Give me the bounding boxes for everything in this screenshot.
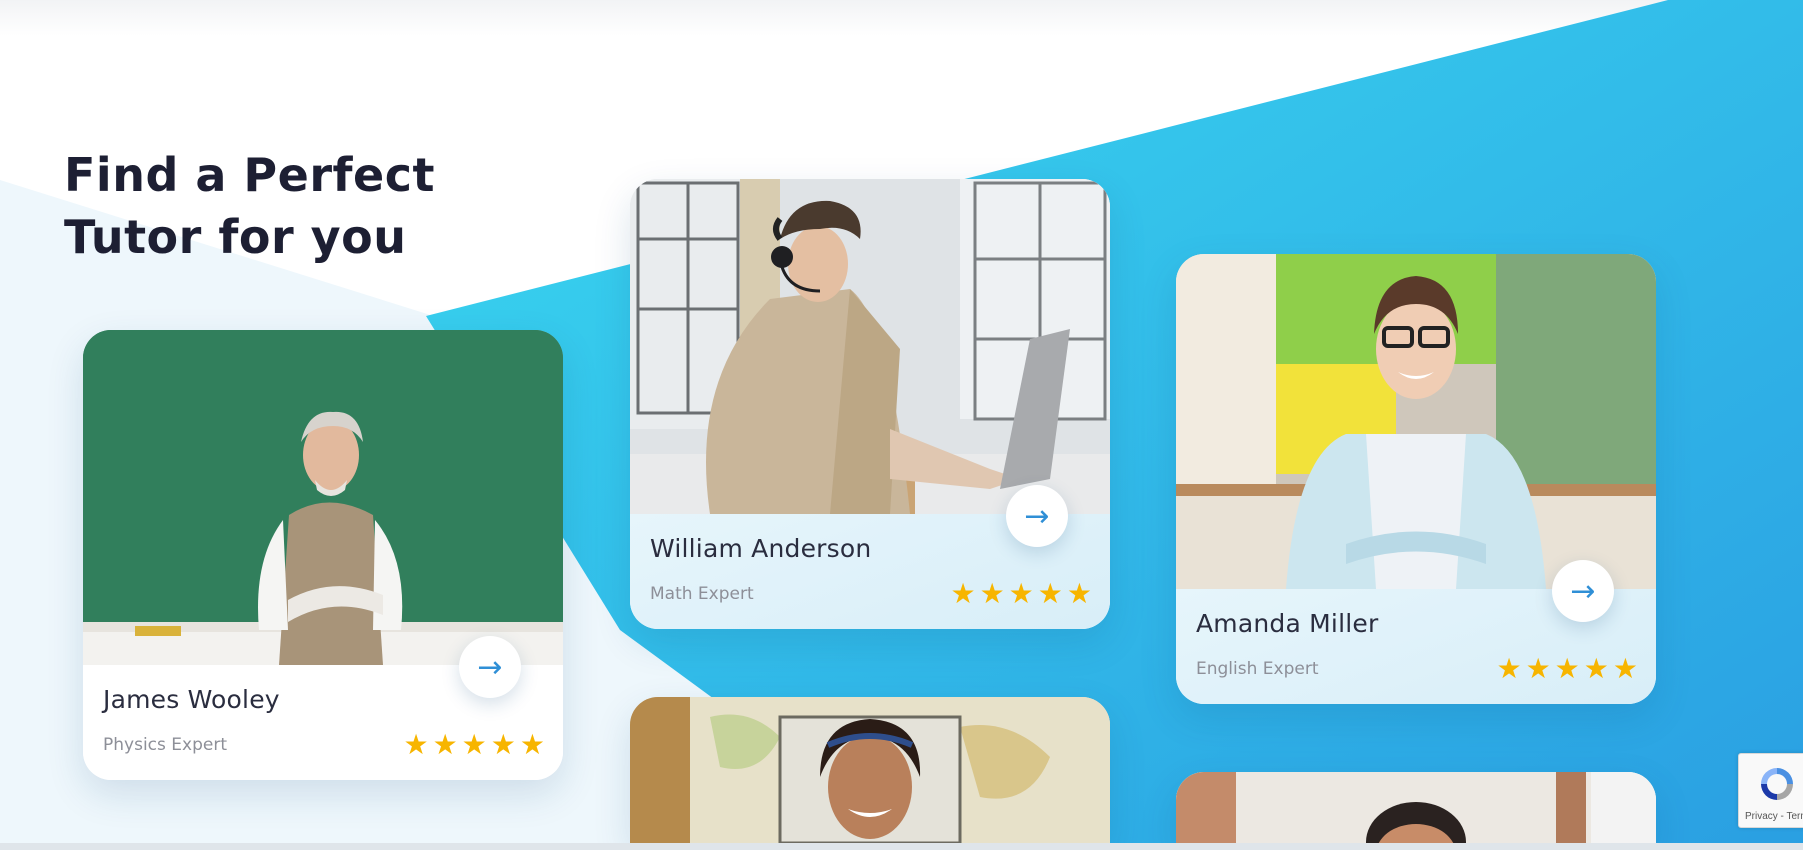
view-tutor-button[interactable]: → <box>1006 485 1068 547</box>
view-tutor-button[interactable]: → <box>1552 560 1614 622</box>
tutor-name: William Anderson <box>650 534 872 563</box>
star-icon: ★ <box>403 728 429 761</box>
tutor-card[interactable] <box>1176 772 1656 843</box>
tutor-subject: English Expert <box>1196 659 1319 679</box>
star-icon: ★ <box>979 577 1005 610</box>
star-icon: ★ <box>1554 652 1580 685</box>
arrow-right-icon: → <box>1024 498 1050 534</box>
tutor-card[interactable]: William Anderson Math Expert ★ ★ ★ ★ ★ → <box>630 179 1110 629</box>
star-icon: ★ <box>950 577 976 610</box>
heading-line-2: Tutor for you <box>64 210 407 264</box>
tutor-photo <box>630 179 1110 514</box>
star-icon: ★ <box>1496 652 1522 685</box>
star-rating: ★ ★ ★ ★ ★ <box>403 731 545 759</box>
horizontal-scrollbar[interactable] <box>0 843 1803 850</box>
section-heading: Find a Perfect Tutor for you <box>64 144 435 268</box>
tutor-photo <box>1176 772 1656 843</box>
star-rating: ★ ★ ★ ★ ★ <box>1496 655 1638 683</box>
recaptcha-terms-link[interactable]: Privacy - Terms <box>1745 811 1803 822</box>
tutor-photo <box>630 697 1110 843</box>
star-icon: ★ <box>1037 577 1063 610</box>
arrow-right-icon: → <box>477 649 503 685</box>
star-icon: ★ <box>1583 652 1609 685</box>
tutor-card[interactable]: James Wooley Physics Expert ★ ★ ★ ★ ★ → <box>83 330 563 780</box>
tutor-name: James Wooley <box>103 685 280 714</box>
star-icon: ★ <box>432 728 458 761</box>
tutor-subject: Math Expert <box>650 584 754 604</box>
star-icon: ★ <box>461 728 487 761</box>
tutor-card[interactable] <box>630 697 1110 843</box>
star-icon: ★ <box>1612 652 1638 685</box>
tutor-photo <box>83 330 563 665</box>
star-icon: ★ <box>1525 652 1551 685</box>
tutor-subject: Physics Expert <box>103 735 227 755</box>
star-icon: ★ <box>490 728 516 761</box>
recaptcha-badge[interactable]: Privacy - Terms <box>1738 753 1803 828</box>
tutor-name: Amanda Miller <box>1196 609 1379 638</box>
star-icon: ★ <box>519 728 545 761</box>
heading-line-1: Find a Perfect <box>64 148 436 202</box>
tutor-card[interactable]: Amanda Miller English Expert ★ ★ ★ ★ ★ → <box>1176 254 1656 704</box>
recaptcha-logo-icon <box>1761 768 1793 800</box>
star-icon: ★ <box>1066 577 1092 610</box>
tutor-photo <box>1176 254 1656 589</box>
view-tutor-button[interactable]: → <box>459 636 521 698</box>
star-rating: ★ ★ ★ ★ ★ <box>950 580 1092 608</box>
arrow-right-icon: → <box>1570 573 1596 609</box>
star-icon: ★ <box>1008 577 1034 610</box>
